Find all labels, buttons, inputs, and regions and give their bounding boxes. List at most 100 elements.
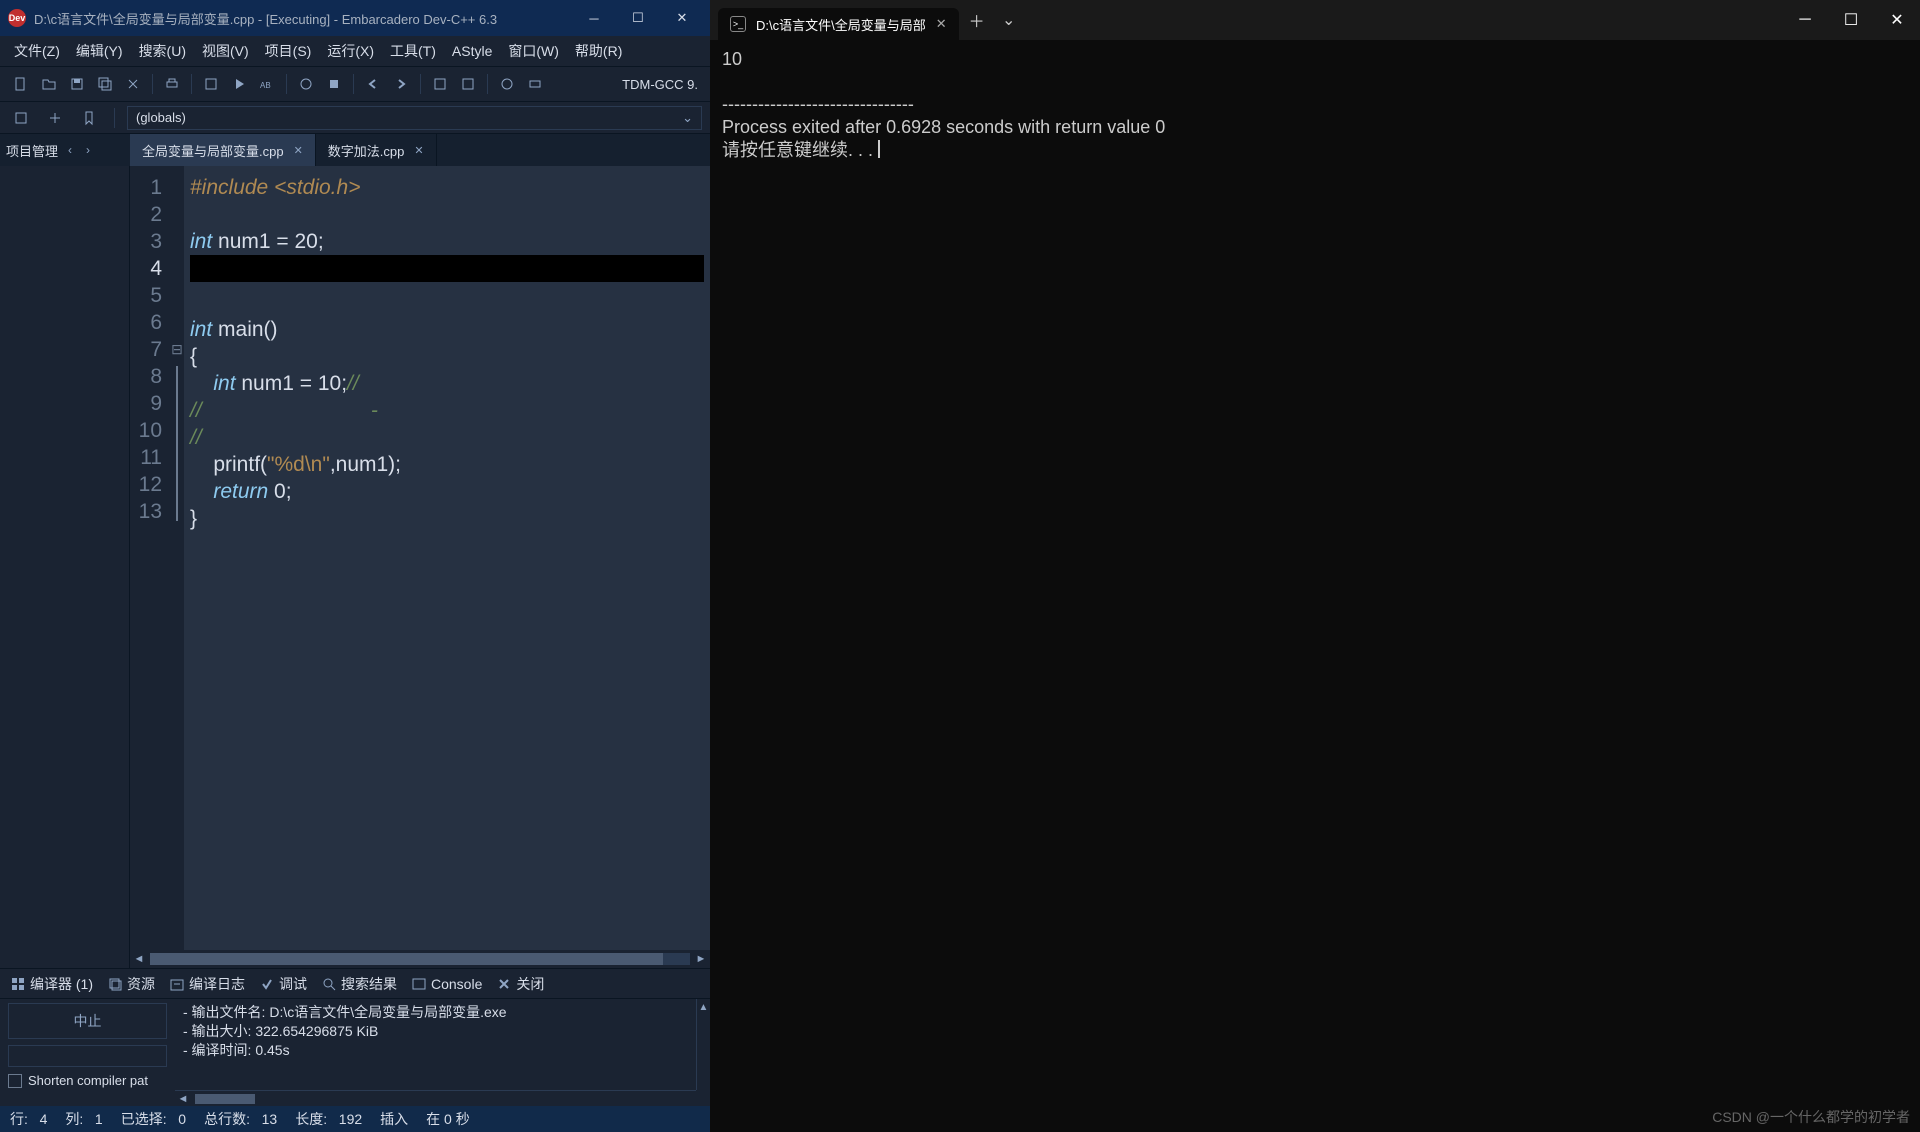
toolbar: AB TDM-GCC 9. bbox=[0, 66, 710, 102]
separator bbox=[353, 74, 354, 94]
compiler-selector[interactable]: TDM-GCC 9. bbox=[622, 77, 702, 92]
ide-window: Dev D:\c语言文件\全局变量与局部变量.cpp - [Executing]… bbox=[0, 0, 710, 1132]
class-icon[interactable] bbox=[42, 105, 68, 131]
file-tab-active[interactable]: 全局变量与局部变量.cpp ✕ bbox=[130, 134, 316, 166]
maximize-button[interactable]: ☐ bbox=[618, 4, 658, 32]
cursor-icon bbox=[878, 140, 880, 158]
terminal-titlebar[interactable]: >_ D:\c语言文件\全局变量与局部 ✕ ＋ ⌄ ─ ☐ ✕ bbox=[710, 0, 1920, 40]
bookmark-icon[interactable] bbox=[76, 105, 102, 131]
checkbox-icon[interactable] bbox=[8, 1074, 22, 1088]
watermark: CSDN @一个什么都学的初学者 bbox=[1712, 1106, 1910, 1128]
close-button[interactable]: ✕ bbox=[1874, 0, 1920, 40]
compile-run-icon[interactable]: AB bbox=[254, 71, 280, 97]
separator bbox=[191, 74, 192, 94]
main-area: 1 2 3 4 5 6 7 8 9 10 11 12 13 ⊟ bbox=[0, 166, 710, 968]
continue-prompt: 请按任意键继续. . . bbox=[722, 140, 878, 160]
tab-dropdown-icon[interactable]: ⌄ bbox=[995, 6, 1023, 34]
open-file-icon[interactable] bbox=[36, 71, 62, 97]
tab-next-icon[interactable]: › bbox=[82, 143, 94, 157]
abort-button[interactable]: 中止 bbox=[8, 1003, 167, 1039]
tab-compiler[interactable]: 编译器 (1) bbox=[4, 972, 99, 996]
scroll-left-icon[interactable]: ◄ bbox=[130, 950, 148, 968]
tab-console[interactable]: Console bbox=[405, 974, 488, 994]
close-button[interactable]: ✕ bbox=[662, 4, 702, 32]
titlebar[interactable]: Dev D:\c语言文件\全局变量与局部变量.cpp - [Executing]… bbox=[0, 0, 710, 36]
save-all-icon[interactable] bbox=[92, 71, 118, 97]
window-title: D:\c语言文件\全局变量与局部变量.cpp - [Executing] - E… bbox=[34, 9, 574, 28]
scroll-thumb[interactable] bbox=[150, 953, 663, 965]
sidebar-header: 项目管理 ‹ › bbox=[0, 134, 130, 166]
undo-icon[interactable] bbox=[360, 71, 386, 97]
tab-search-results[interactable]: 搜索结果 bbox=[315, 972, 403, 996]
project-icon[interactable] bbox=[8, 105, 34, 131]
menu-file[interactable]: 文件(Z) bbox=[6, 39, 68, 63]
close-tab-icon[interactable]: ✕ bbox=[936, 16, 947, 32]
minimize-button[interactable]: ─ bbox=[574, 4, 614, 32]
sidebar-tab-label[interactable]: 项目管理 bbox=[6, 141, 58, 160]
exit-message: Process exited after 0.6928 seconds with… bbox=[722, 117, 1165, 137]
minimize-button[interactable]: ─ bbox=[1782, 0, 1828, 40]
save-icon[interactable] bbox=[64, 71, 90, 97]
stop-icon[interactable] bbox=[321, 71, 347, 97]
terminal-icon: >_ bbox=[730, 16, 746, 32]
log-panel: 中止 Shorten compiler pat - 输出文件名: D:\c语言文… bbox=[0, 998, 710, 1106]
close-tab-icon[interactable]: ✕ bbox=[294, 144, 303, 157]
new-tab-button[interactable]: ＋ bbox=[963, 6, 991, 34]
tab-debug[interactable]: 调试 bbox=[253, 972, 313, 996]
misc-icon[interactable] bbox=[455, 71, 481, 97]
editor-hscrollbar[interactable]: ◄ ► bbox=[130, 950, 710, 968]
statusbar: 行: 4 列: 1 已选择: 0 总行数: 13 长度: 192 插入 在 0 … bbox=[0, 1106, 710, 1132]
tab-resource[interactable]: 资源 bbox=[101, 972, 161, 996]
menu-window[interactable]: 窗口(W) bbox=[500, 39, 567, 63]
terminal-output[interactable]: 10 -------------------------------- Proc… bbox=[710, 40, 1920, 1132]
shorten-path-checkbox[interactable]: Shorten compiler pat bbox=[8, 1073, 167, 1088]
separator bbox=[420, 74, 421, 94]
compile-icon[interactable] bbox=[198, 71, 224, 97]
menu-edit[interactable]: 编辑(Y) bbox=[68, 39, 131, 63]
run-icon[interactable] bbox=[226, 71, 252, 97]
log-hscrollbar[interactable]: ◄ bbox=[175, 1090, 696, 1106]
redo-icon[interactable] bbox=[388, 71, 414, 97]
code-editor[interactable]: 1 2 3 4 5 6 7 8 9 10 11 12 13 ⊟ bbox=[130, 166, 710, 968]
file-tab[interactable]: 数字加法.cpp ✕ bbox=[316, 134, 437, 166]
close-tab-icon[interactable]: ✕ bbox=[414, 144, 423, 157]
path-input[interactable] bbox=[8, 1045, 167, 1067]
menu-view[interactable]: 视图(V) bbox=[194, 39, 257, 63]
menu-astyle[interactable]: AStyle bbox=[444, 41, 500, 61]
separator bbox=[152, 74, 153, 94]
maximize-button[interactable]: ☐ bbox=[1828, 0, 1874, 40]
globals-dropdown[interactable]: (globals) bbox=[127, 106, 702, 130]
terminal-tab-title: D:\c语言文件\全局变量与局部 bbox=[756, 15, 926, 34]
menu-run[interactable]: 运行(X) bbox=[319, 39, 382, 63]
menubar: 文件(Z) 编辑(Y) 搜索(U) 视图(V) 项目(S) 运行(X) 工具(T… bbox=[0, 36, 710, 66]
current-line-highlight bbox=[190, 255, 704, 282]
tab-prev-icon[interactable]: ‹ bbox=[64, 143, 76, 157]
bottom-tabs: 编译器 (1) 资源 编译日志 调试 搜索结果 Console 关闭 bbox=[0, 968, 710, 998]
menu-tools[interactable]: 工具(T) bbox=[382, 39, 444, 63]
log-controls: 中止 Shorten compiler pat bbox=[0, 999, 175, 1106]
tool2-icon[interactable] bbox=[522, 71, 548, 97]
goto-icon[interactable] bbox=[427, 71, 453, 97]
debug-icon[interactable] bbox=[293, 71, 319, 97]
print-icon[interactable] bbox=[159, 71, 185, 97]
status-length: 长度: 192 bbox=[295, 1109, 362, 1129]
fold-gutter[interactable]: ⊟ bbox=[170, 166, 184, 950]
menu-project[interactable]: 项目(S) bbox=[257, 39, 320, 63]
close-file-icon[interactable] bbox=[120, 71, 146, 97]
separator bbox=[286, 74, 287, 94]
tab-compile-log[interactable]: 编译日志 bbox=[163, 972, 251, 996]
code-text[interactable]: #include <stdio.h> int num1 = 20; int ma… bbox=[184, 166, 710, 950]
log-vscrollbar[interactable]: ▲ bbox=[696, 999, 710, 1090]
tab-row: 项目管理 ‹ › 全局变量与局部变量.cpp ✕ 数字加法.cpp ✕ bbox=[0, 134, 710, 166]
terminal-tab[interactable]: >_ D:\c语言文件\全局变量与局部 ✕ bbox=[718, 8, 959, 40]
fold-marker-icon[interactable]: ⊟ bbox=[170, 336, 184, 363]
status-selected: 已选择: 0 bbox=[121, 1109, 186, 1129]
menu-help[interactable]: 帮助(R) bbox=[567, 39, 630, 63]
new-file-icon[interactable] bbox=[8, 71, 34, 97]
scroll-right-icon[interactable]: ► bbox=[692, 950, 710, 968]
project-sidebar[interactable] bbox=[0, 166, 130, 968]
menu-search[interactable]: 搜索(U) bbox=[131, 39, 194, 63]
tab-close[interactable]: 关闭 bbox=[490, 972, 550, 996]
tool-icon[interactable] bbox=[494, 71, 520, 97]
log-output[interactable]: - 输出文件名: D:\c语言文件\全局变量与局部变量.exe - 输出大小: … bbox=[175, 999, 710, 1106]
